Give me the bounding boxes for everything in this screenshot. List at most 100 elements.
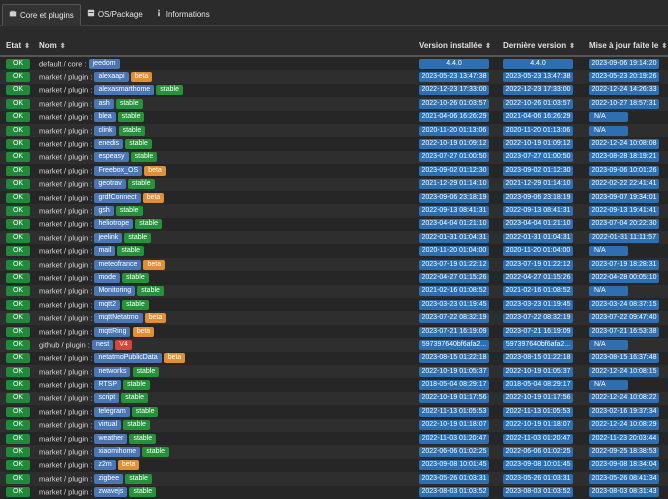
table-header: Etat ⬍ Nom ⬍ Version installée ⬍ Dernière v… — [0, 36, 668, 57]
cell-state: OK — [0, 298, 33, 312]
plugin-name-badge[interactable]: ash — [94, 98, 114, 109]
cell-installed: 2023-09-08 10:01:45 — [413, 458, 497, 473]
header-etat[interactable]: Etat ⬍ — [0, 36, 33, 57]
plugin-name-badge[interactable]: nest — [91, 339, 114, 350]
plugin-name-badge[interactable]: jeelink — [94, 232, 123, 243]
plugin-name-badge[interactable]: mqttNetatmo — [94, 313, 143, 324]
header-updated[interactable]: Mise à jour faite le ⬍ — [583, 36, 668, 57]
plugin-name-badge[interactable]: virtual — [94, 420, 122, 431]
cell-updated: 2023-09-06 19:14:20 — [583, 56, 668, 71]
plugin-name-badge[interactable]: mqttRing — [94, 326, 131, 337]
header-nom[interactable]: Nom ⬍ — [33, 36, 413, 57]
cell-installed: 2020-11-20 01:04:00 — [413, 244, 497, 258]
branch-badge: stable — [121, 393, 148, 404]
table-row: OK market / plugin : mode stable 2022-04-2… — [0, 271, 668, 285]
tab-informations[interactable]: Informations — [149, 3, 216, 25]
plugin-name-badge[interactable]: alexasmarthome — [94, 85, 155, 96]
cell-updated: 2022-12-24 10:08:22 — [583, 391, 668, 406]
updated-date: 2023-09-06 19:14:20 — [589, 58, 659, 69]
sort-icon[interactable]: ⬍ — [24, 42, 30, 50]
table-row: OK market / plugin : virtual stable 2022-1… — [0, 418, 668, 432]
status-badge: OK — [6, 473, 30, 484]
cell-latest: 2018-05-04 08:29:17 — [497, 378, 583, 392]
updated-date: 2023-08-28 18:19:21 — [589, 152, 659, 163]
cell-latest: 2023-07-27 01:00:50 — [497, 150, 583, 165]
plugin-name-badge[interactable]: script — [94, 393, 120, 404]
source-label: market / plugin : — [39, 407, 93, 417]
table-row: OK market / plugin : espeasy stable 2023-0… — [0, 150, 668, 165]
plugin-name-badge[interactable]: geotrav — [94, 179, 126, 190]
header-installed[interactable]: Version installée ⬍ — [413, 36, 497, 57]
cell-name: market / plugin : script stable — [33, 391, 413, 406]
latest-version: 2022-11-03 01:20:47 — [503, 433, 573, 444]
sort-icon[interactable]: ⬍ — [569, 42, 575, 50]
plugin-name-badge[interactable]: heliotrope — [94, 219, 134, 230]
plugin-name-badge[interactable]: alexaapi — [94, 72, 129, 83]
plugin-name-badge[interactable]: xiaomihome — [94, 447, 141, 458]
cell-name: market / plugin : telegram stable — [33, 405, 413, 419]
cell-updated: N/A — [583, 284, 668, 299]
tab-core-et-plugins[interactable]: Core et plugins — [2, 4, 81, 26]
cell-updated: 2022-12-24 10:08:08 — [583, 137, 668, 151]
source-label: market / plugin : — [39, 193, 93, 203]
plugin-name-badge[interactable]: mode — [94, 272, 120, 283]
cell-updated: 2022-02-22 22:41:41 — [583, 177, 668, 191]
header-latest[interactable]: Dernière version ⬍ — [497, 36, 583, 57]
plugin-name-badge[interactable]: enedis — [94, 139, 124, 150]
plugin-name-badge[interactable]: RTSP — [94, 380, 121, 391]
cell-installed: 2023-03-23 01:19:45 — [413, 298, 497, 312]
cell-updated: 2022-04-28 00:05:10 — [583, 271, 668, 285]
plugin-name-badge[interactable]: zigbee — [94, 473, 124, 484]
cell-name: github / plugin : nest V4 — [33, 338, 413, 352]
cell-state: OK — [0, 70, 33, 84]
plugin-name-badge[interactable]: Monitoring — [94, 286, 136, 297]
table-row: OK market / plugin : heliotrope stable 202… — [0, 217, 668, 232]
cell-state: OK — [0, 190, 33, 205]
cell-latest: 2023-03-23 01:19:45 — [497, 298, 583, 312]
plugin-name-badge[interactable]: meteofrance — [94, 259, 142, 270]
updated-date: 2023-07-19 18:28:31 — [589, 259, 659, 270]
cell-latest: 2020-11-20 01:04:00 — [497, 244, 583, 258]
cell-name: market / plugin : z2m beta — [33, 458, 413, 473]
plugin-name-badge[interactable]: zwavejs — [94, 487, 128, 498]
plugin-name-badge[interactable]: gsh — [94, 206, 114, 216]
plugin-name-badge[interactable]: telegram — [94, 406, 130, 417]
cell-state: OK — [0, 405, 33, 419]
cell-name: market / plugin : jeelink stable — [33, 231, 413, 245]
cell-installed: 2022-10-19 01:18:07 — [413, 418, 497, 432]
plugin-name-badge[interactable]: mail — [94, 246, 116, 257]
installed-version: 2023-07-19 01:22:12 — [419, 259, 489, 270]
installed-version: 2022-06-06 01:02:25 — [419, 447, 489, 458]
plugin-name-badge[interactable]: mqtt2 — [94, 299, 120, 310]
table-row: OK market / plugin : mail stable 2020-11-2… — [0, 244, 668, 258]
table-row: OK market / plugin : RTSP stable 2018-05-0… — [0, 378, 668, 392]
cell-state: OK — [0, 378, 33, 392]
plugin-name-badge[interactable]: blea — [94, 112, 116, 123]
plugin-name-badge[interactable]: espeasy — [94, 152, 129, 163]
plugin-name-badge[interactable]: networks — [94, 366, 131, 377]
sort-icon[interactable]: ⬍ — [485, 42, 491, 50]
latest-version: 2023-07-27 01:00:50 — [503, 152, 573, 163]
branch-badge: stable — [124, 232, 152, 243]
plugin-name-badge[interactable]: z2m — [94, 460, 116, 471]
plugin-name-badge[interactable]: netatmoPublicData — [94, 353, 162, 364]
cell-installed: 2023-05-23 13:47:38 — [413, 70, 497, 84]
plugin-name-badge[interactable]: grdfConnect — [94, 192, 141, 203]
plugin-name-badge[interactable]: weather — [94, 433, 128, 444]
sort-icon[interactable]: ⬍ — [661, 42, 667, 50]
installed-version: 2021-12-29 01:14:10 — [419, 179, 489, 190]
branch-badge: stable — [115, 98, 143, 109]
plugin-name-badge[interactable]: jeedom — [88, 58, 120, 69]
updated-date: 2022-04-28 00:05:10 — [589, 272, 659, 283]
plugin-name-badge[interactable]: Freebox_OS — [94, 165, 143, 176]
cell-state: OK — [0, 177, 33, 191]
source-label: market / plugin : — [39, 179, 93, 189]
sort-icon[interactable]: ⬍ — [60, 42, 66, 50]
status-badge: OK — [6, 460, 30, 471]
source-label: market / plugin : — [39, 313, 93, 323]
latest-version: 2023-07-21 16:19:09 — [503, 326, 573, 337]
updated-date: 2022-12-24 10:08:29 — [589, 420, 659, 431]
updated-date: N/A — [589, 339, 628, 350]
tab-os-package[interactable]: OS/Package — [81, 3, 149, 25]
plugin-name-badge[interactable]: clink — [94, 125, 117, 136]
